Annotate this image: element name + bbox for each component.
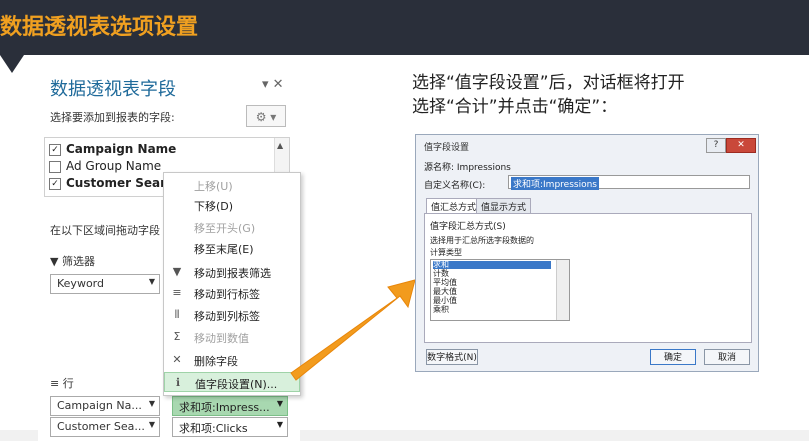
number-format-button[interactable]: 数字格式(N) xyxy=(426,349,478,365)
ok-button[interactable]: 确定 xyxy=(650,349,696,365)
list-item-max[interactable]: 最大值 xyxy=(433,288,457,296)
calc-type-label: 计算类型 xyxy=(430,248,462,257)
summarize-panel: 值字段汇总方式(S) 选择用于汇总所选字段数据的 计算类型 求和 计数 平均值 … xyxy=(424,213,752,343)
section-label: 值字段汇总方式(S) xyxy=(430,222,506,232)
source-name: 源名称: Impressions xyxy=(424,163,511,173)
list-item-sum[interactable]: 求和 xyxy=(433,261,551,269)
dialog-title: 值字段设置 xyxy=(424,143,470,153)
list-item-product[interactable]: 乘积 xyxy=(433,306,449,314)
calc-type-list[interactable]: 求和 计数 平均值 最大值 最小值 乘积 xyxy=(430,259,570,321)
help-icon[interactable]: ? xyxy=(706,138,726,153)
custom-name-label: 自定义名称(C): xyxy=(424,181,486,191)
custom-name-input[interactable]: 求和项:Impressions xyxy=(508,175,750,190)
list-item-average[interactable]: 平均值 xyxy=(433,279,457,287)
instruction-line-2: 选择“合计”并点击“确定”： xyxy=(412,97,618,117)
list-item-count[interactable]: 计数 xyxy=(433,270,449,278)
value-field-settings-dialog: 值字段设置 ? ✕ 源名称: Impressions 自定义名称(C): 求和项… xyxy=(415,134,759,372)
cancel-button[interactable]: 取消 xyxy=(704,349,750,365)
instruction-line-1: 选择“值字段设置”后，对话框将打开 xyxy=(412,73,685,93)
list-item-min[interactable]: 最小值 xyxy=(433,297,457,305)
section-description: 选择用于汇总所选字段数据的 xyxy=(430,236,534,245)
close-icon[interactable]: ✕ xyxy=(726,138,756,153)
list-scrollbar[interactable] xyxy=(556,260,569,320)
